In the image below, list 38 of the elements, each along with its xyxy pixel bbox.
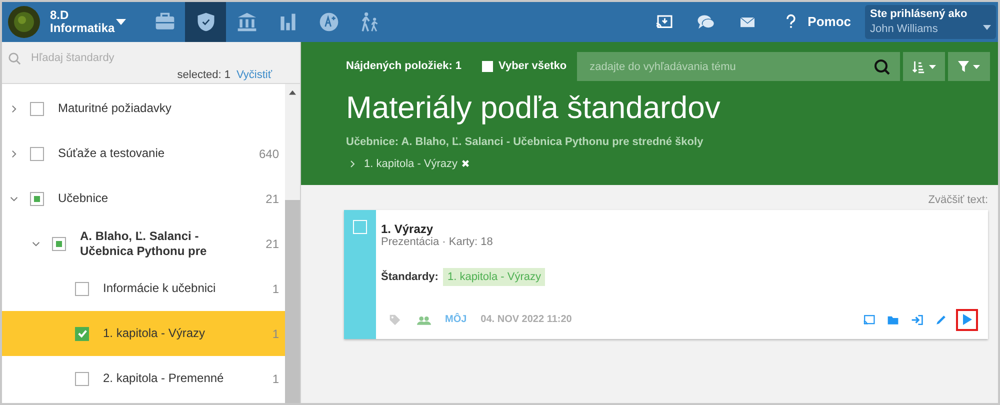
select-all-checkbox[interactable]: Vyber všetko <box>482 58 567 75</box>
date-label: 04. NOV 2022 11:20 <box>480 313 572 327</box>
standard-tag: 1. kapitola - Výrazy <box>443 268 546 286</box>
item-count: 1 <box>272 280 279 298</box>
tree-item-label: Učebnice <box>58 191 110 206</box>
tree-item-label: A. Blaho, Ľ. Salanci - Učebnica Pythonu pre <box>80 228 208 258</box>
help-button[interactable]: Pomoc <box>784 12 851 32</box>
topic-search-field[interactable]: zadajte do vyhľadávania tému <box>576 52 900 81</box>
user-name: John Williams <box>870 22 938 36</box>
tree-item[interactable]: Maturitné požiadavky <box>2 86 285 131</box>
item-count: 1 <box>272 370 279 388</box>
item-count: 640 <box>258 146 279 162</box>
tree-item[interactable]: Informácie k učebnici 1 <box>2 266 285 311</box>
tree-item-label: Informácie k učebnici <box>103 281 217 296</box>
card-title[interactable]: 1. Výrazy <box>381 222 978 236</box>
user-dropdown[interactable]: Ste prihlásený ako John Williams <box>865 5 996 39</box>
tree-item[interactable]: A. Blaho, Ľ. Salanci - Učebnica Pythonu pre 21 <box>2 221 285 266</box>
item-count: 21 <box>266 236 279 252</box>
selected-count: selected: 1 <box>177 68 230 83</box>
filter-chip[interactable]: 1. kapitola - Výrazy <box>364 156 470 172</box>
item-count: 21 <box>266 190 279 208</box>
tree-item[interactable]: 2. kapitola - Premenné 1 <box>2 356 285 401</box>
tree-item[interactable]: 1. kapitola - Výrazy 1 <box>2 311 285 356</box>
tree-item-label: 1. kapitola - Výrazy <box>103 326 206 341</box>
found-count: Nájdených položiek: 1 <box>346 59 462 74</box>
tree-item-label: Maturitné požiadavky <box>58 101 172 116</box>
tree-item[interactable]: Súťaže a testovanie 640 <box>2 131 285 176</box>
standards-label: Štandardy: <box>381 269 438 284</box>
owner-label: MÔJ <box>445 312 467 327</box>
tree-item-label: Súťaže a testovanie <box>58 146 166 161</box>
filter-path: Učebnice: A. Blaho, Ľ. Salanci - Učebnica Pythonu pre stredné školy <box>346 135 704 150</box>
item-count: 1 <box>272 326 279 342</box>
tree-item[interactable]: Učebnice 21 <box>2 176 285 221</box>
card-meta: Prezentácia · Karty: 18 <box>381 236 494 248</box>
search-input[interactable]: Hľadaj štandardy <box>31 50 231 66</box>
tree-item-label: 2. kapitola - Premenné <box>103 371 225 386</box>
page-title: Materiály podľa štandardov <box>346 90 722 126</box>
user-label: Ste prihlásený ako <box>870 7 968 21</box>
